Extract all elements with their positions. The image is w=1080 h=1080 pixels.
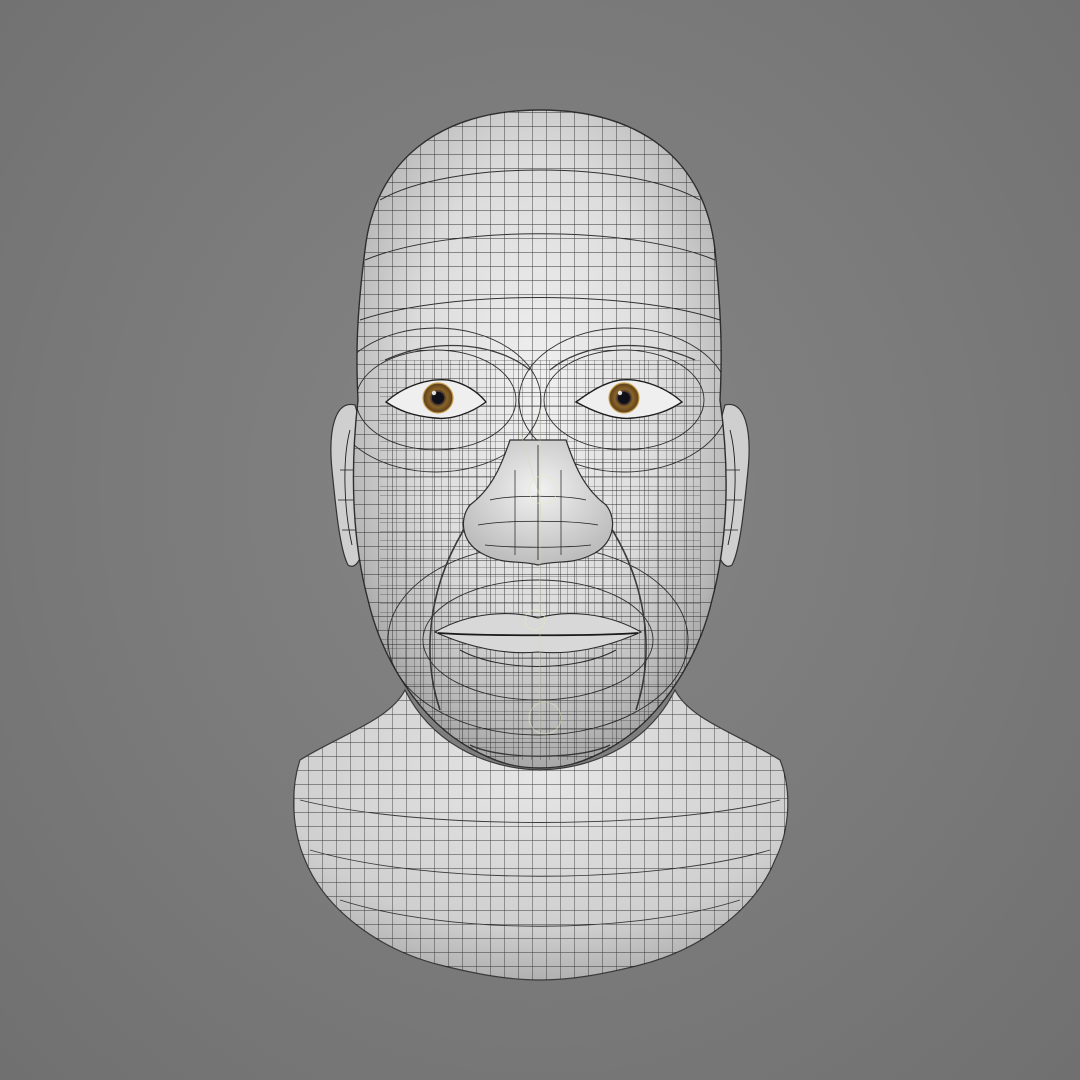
- head-model: [293, 109, 789, 981]
- viewport: [0, 0, 1080, 1080]
